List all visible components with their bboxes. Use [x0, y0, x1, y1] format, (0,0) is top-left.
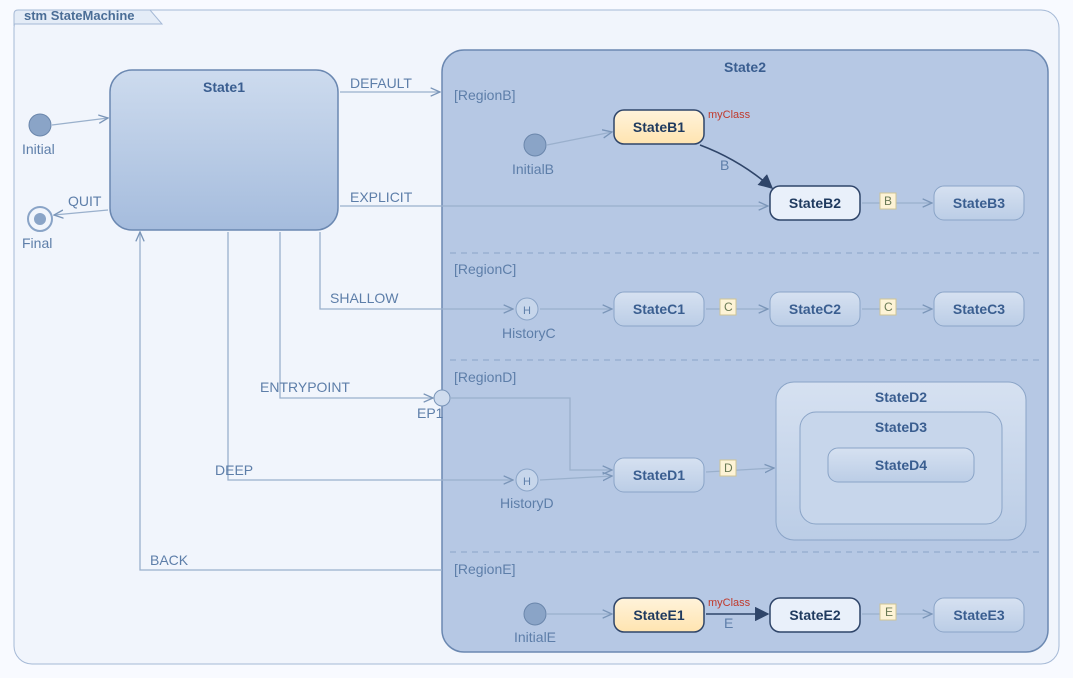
history-c-label: HistoryC	[502, 325, 556, 341]
edge-explicit-label: EXPLICIT	[350, 189, 413, 205]
ep1-label: EP1	[417, 405, 444, 421]
region-c-label: [RegionC]	[454, 261, 516, 277]
state-c1[interactable]: StateC1	[614, 292, 704, 326]
state-d4-label: StateD4	[875, 457, 927, 473]
state-e1[interactable]: StateE1	[614, 598, 704, 632]
state-b2[interactable]: StateB2	[770, 186, 860, 220]
edge-quit-label: QUIT	[68, 193, 102, 209]
history-d-label: HistoryD	[500, 495, 554, 511]
badge-e-text: E	[885, 605, 893, 619]
state-e3[interactable]: StateE3	[934, 598, 1024, 632]
state-c3-label: StateC3	[953, 301, 1005, 317]
state-b3-label: StateB3	[953, 195, 1005, 211]
edge-entrypoint-label: ENTRYPOINT	[260, 379, 350, 395]
state-d3-label: StateD3	[875, 419, 927, 435]
region-b-label: [RegionB]	[454, 87, 515, 103]
state-b1[interactable]: StateB1	[614, 110, 704, 144]
initial-b-label: InitialB	[512, 161, 554, 177]
state-e1-class: myClass	[708, 597, 751, 609]
edge-b1-b2-label: B	[720, 157, 729, 173]
badge-c1-text: C	[724, 300, 733, 314]
state-c2-label: StateC2	[789, 301, 841, 317]
state-e1-label: StateE1	[633, 607, 685, 623]
state1-label: State1	[203, 79, 245, 95]
state-b2-label: StateB2	[789, 195, 841, 211]
region-e: [RegionE]	[454, 561, 515, 577]
history-d-h: H	[523, 476, 531, 488]
edge-default-label: DEFAULT	[350, 75, 412, 91]
region-d: [RegionD]	[454, 369, 516, 385]
region-c: [RegionC]	[454, 261, 516, 277]
edge-e1-e2-label: E	[724, 615, 733, 631]
state-d4[interactable]: StateD4	[828, 448, 974, 482]
badge-c2-text: C	[884, 300, 893, 314]
state-c3[interactable]: StateC3	[934, 292, 1024, 326]
edge-back-label: BACK	[150, 552, 189, 568]
state-b1-label: StateB1	[633, 119, 685, 135]
state-d1[interactable]: StateD1	[614, 458, 704, 492]
badge-d-text: D	[724, 461, 733, 475]
diagram-tab: stm StateMachine	[24, 8, 135, 23]
region-e-label: [RegionE]	[454, 561, 515, 577]
state1[interactable]: State1	[110, 70, 338, 230]
state-b1-class: myClass	[708, 109, 751, 121]
region-b: [RegionB]	[454, 87, 515, 103]
final-label: Final	[22, 235, 52, 251]
region-d-label: [RegionD]	[454, 369, 516, 385]
history-c-h: H	[523, 305, 531, 317]
state2-label: State2	[724, 59, 766, 75]
badge-b-text: B	[884, 194, 892, 208]
edge-shallow-label: SHALLOW	[330, 290, 399, 306]
state-c1-label: StateC1	[633, 301, 685, 317]
state-e2[interactable]: StateE2	[770, 598, 860, 632]
state-d2-label: StateD2	[875, 389, 927, 405]
state-d1-label: StateD1	[633, 467, 685, 483]
initial-label: Initial	[22, 141, 55, 157]
state-e3-label: StateE3	[953, 607, 1005, 623]
state-c2[interactable]: StateC2	[770, 292, 860, 326]
state-b3[interactable]: StateB3	[934, 186, 1024, 220]
state-e2-label: StateE2	[789, 607, 841, 623]
initial-e-label: InitialE	[514, 629, 556, 645]
edge-deep-label: DEEP	[215, 462, 253, 478]
